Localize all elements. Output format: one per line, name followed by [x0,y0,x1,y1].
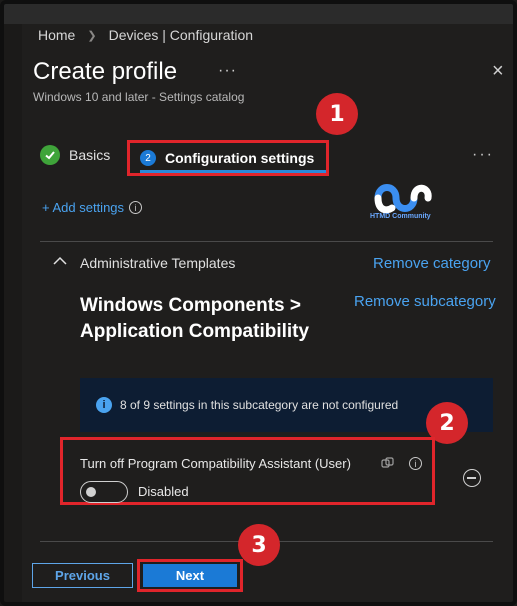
setting-label: Turn off Program Compatibility Assistant… [80,456,351,471]
info-message-text: 8 of 9 settings in this subcategory are … [120,398,399,412]
checkmark-icon [40,145,60,165]
category-label: Administrative Templates [80,255,236,271]
add-settings-link[interactable]: + Add settings i [42,200,143,215]
breadcrumb-home[interactable]: Home [38,27,75,43]
info-icon: i [96,397,112,413]
divider [40,241,493,242]
previous-button[interactable]: Previous [32,563,133,588]
page-title: Create profile [33,58,178,85]
top-bar [4,4,513,24]
step-configuration-label: Configuration settings [165,150,315,166]
close-icon[interactable]: × [492,60,504,83]
breadcrumb: Home ❯ Devices | Configuration [38,27,253,43]
setting-info-icon[interactable]: i [409,457,422,470]
remove-subcategory-link[interactable]: Remove subcategory [354,293,496,310]
toggle-state-label: Disabled [138,484,189,499]
remove-category-link[interactable]: Remove category [373,255,491,272]
page-subtitle: Windows 10 and later - Settings catalog [33,90,245,104]
remove-setting-icon[interactable] [463,469,481,487]
copy-icon[interactable] [381,457,395,469]
annotation-badge-3: 3 [238,524,280,566]
chevron-up-icon[interactable] [53,256,67,266]
more-options-button[interactable]: ··· [218,62,237,80]
subcategory-title: Windows Components > Application Compati… [80,295,310,342]
annotation-badge-1: 1 [316,93,358,135]
active-step-indicator [140,170,326,173]
steps-overflow-button[interactable]: ··· [472,146,494,164]
setting-toggle[interactable] [80,481,128,503]
add-settings-label: + Add settings [42,200,125,215]
breadcrumb-current[interactable]: Devices | Configuration [109,27,253,43]
chevron-right-icon: ❯ [87,29,97,42]
step-number: 2 [140,150,156,166]
step-basics-label: Basics [69,147,111,163]
next-button[interactable]: Next [143,564,237,587]
toggle-knob [86,487,96,497]
info-icon[interactable]: i [129,201,143,214]
logo-text: HTMD Community [370,213,431,220]
step-basics[interactable]: Basics [40,145,110,165]
